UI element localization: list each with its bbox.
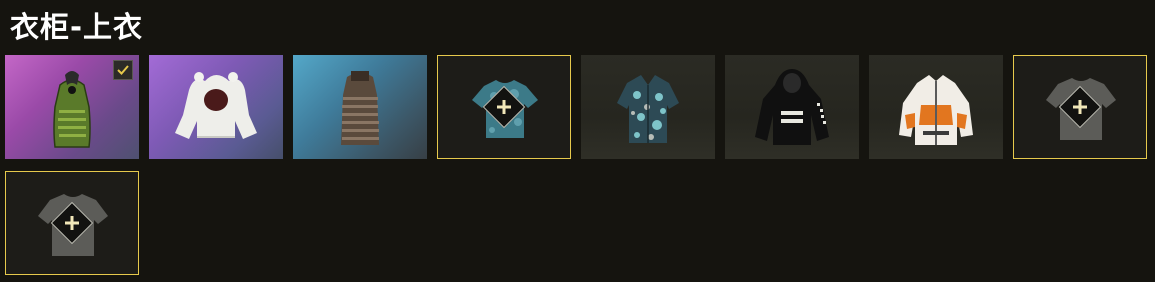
slot-striped-vest[interactable] [293,55,427,159]
black-hoodie-icon [755,69,829,145]
slot-floral-shirt[interactable] [581,55,715,159]
plus-icon [1073,100,1087,114]
slot-orange-jacket[interactable] [869,55,1003,159]
page-title: 衣柜-上衣 [10,10,144,44]
wardrobe-panel: 衣柜-上衣 [0,0,1155,282]
orange-jacket-icon [899,75,973,145]
white-bear-hoodie-icon [175,72,257,139]
floral-shirt-icon [617,75,679,143]
equipped-check-icon [113,60,133,80]
slot-green-tank[interactable] [5,55,139,159]
slot-empty-tshirt[interactable] [437,55,571,159]
plus-icon [65,216,79,230]
slot-empty-gray-2[interactable] [5,171,139,275]
slot-white-bear-hoodie[interactable] [149,55,283,159]
plus-icon [497,100,511,114]
striped-vest-icon [341,71,379,145]
slot-empty-gray-1[interactable] [1013,55,1147,159]
slot-black-hoodie[interactable] [725,55,859,159]
